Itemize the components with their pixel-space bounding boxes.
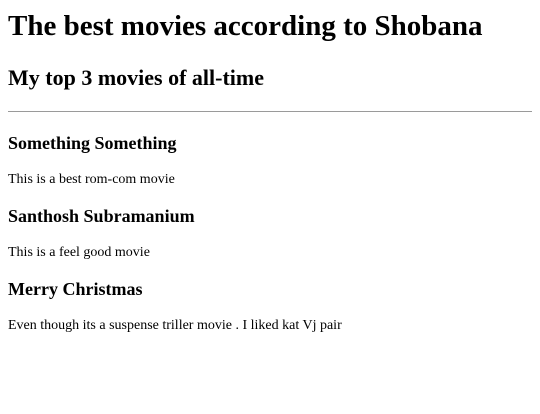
movie-description: Even though its a suspense triller movie… (8, 318, 342, 333)
page-content: The best movies according to Shobana My … (8, 0, 532, 335)
movie-title: Santhosh Subramanium (8, 206, 195, 226)
movie-description: This is a best rom-com movie (8, 172, 175, 187)
page-subtitle: My top 3 movies of all-time (8, 65, 264, 90)
movie-title: Merry Christmas (8, 279, 143, 299)
page-title: The best movies according to Shobana (8, 10, 483, 42)
movie-title: Something Something (8, 133, 177, 153)
movie-item: Merry Christmas Even though its a suspen… (8, 278, 532, 335)
movie-description: This is a feel good movie (8, 245, 150, 260)
divider (8, 111, 532, 112)
movie-item: Santhosh Subramanium This is a feel good… (8, 205, 532, 262)
movie-item: Something Something This is a best rom-c… (8, 132, 532, 189)
